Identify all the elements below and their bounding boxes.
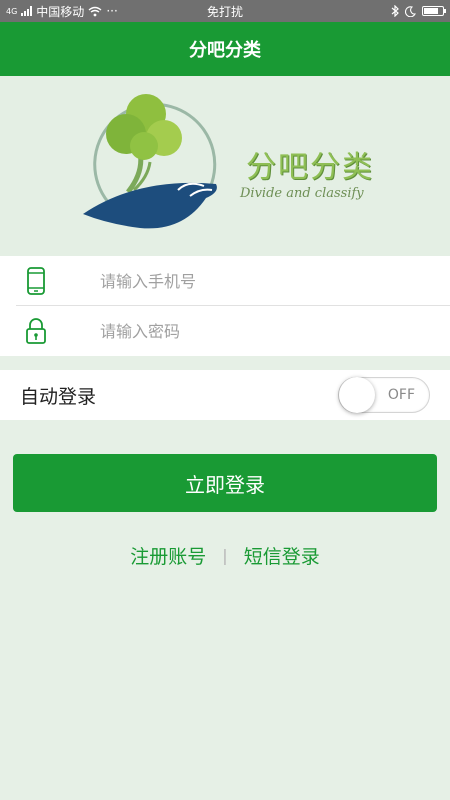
login-button[interactable]: 立即登录 [13,454,437,512]
logo-image [83,94,217,229]
phone-row [0,256,450,306]
auto-login-row: 自动登录 OFF [0,370,450,420]
auto-login-label: 自动登录 [20,385,97,408]
toggle-state-text: OFF [387,387,415,403]
wifi-icon [88,6,102,16]
login-form [0,256,450,356]
title-bar: 分吧分类 [0,22,450,76]
page-title: 分吧分类 [189,40,261,61]
register-link[interactable]: 注册账号 [130,542,206,569]
auto-login-toggle[interactable]: OFF [338,377,430,413]
lock-icon [16,306,56,356]
password-input[interactable] [100,311,400,351]
status-left: 4G 中国移动 ··· [6,3,391,20]
status-right [391,5,446,17]
more-dots: ··· [106,4,118,18]
battery-icon [422,6,446,16]
logo-area: 分吧分类 Divide and classify [0,76,450,256]
phone-input[interactable] [100,261,400,301]
network-label: 4G [6,6,18,16]
toggle-knob [339,377,375,413]
password-row [0,306,450,356]
logo-subtitle: Divide and classify [240,186,364,201]
bottom-links: 注册账号 | 短信登录 [0,540,450,570]
moon-icon [405,5,416,17]
status-bar: 4G 中国移动 ··· 免打扰 [0,0,450,22]
signal-icon [21,6,33,16]
phone-icon [16,256,56,306]
sms-login-link[interactable]: 短信登录 [244,542,320,569]
link-separator: | [222,545,228,565]
logo-title: 分吧分类 [246,150,374,185]
bluetooth-icon [391,5,399,17]
carrier-label: 中国移动 [36,4,85,19]
